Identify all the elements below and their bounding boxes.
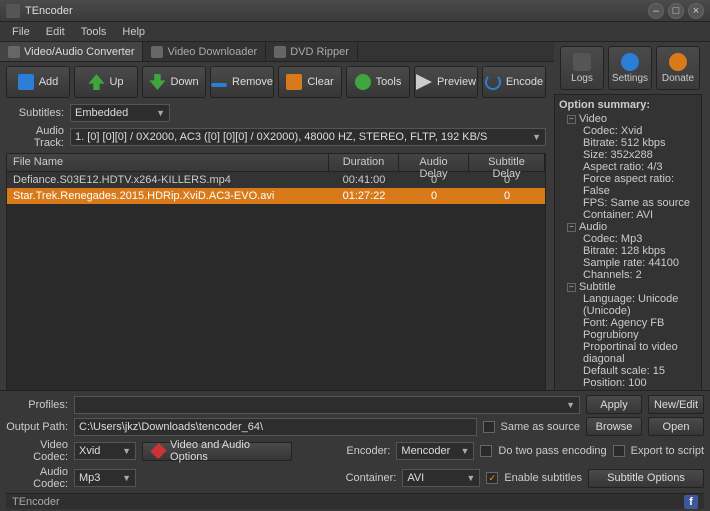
play-icon [416,74,432,90]
audiotrack-label: Audio Track: [6,125,64,149]
wrench-icon [150,443,166,459]
apply-button[interactable]: Apply [586,395,642,414]
encoder-label: Encoder: [346,445,390,457]
videocodec-select[interactable]: Xvid▼ [74,442,136,460]
header-subtitledelay[interactable]: Subtitle Delay [469,154,545,171]
converter-icon [8,46,20,58]
header-filename[interactable]: File Name [7,154,329,171]
preview-button[interactable]: Preview [414,66,478,98]
same-as-source-checkbox[interactable] [483,421,495,433]
close-button[interactable]: × [688,3,704,19]
export-script-checkbox[interactable] [613,445,625,457]
summary-title: Option summary: [559,99,697,111]
ripper-icon [274,46,286,58]
clear-button[interactable]: Clear [278,66,342,98]
refresh-icon [485,74,501,90]
file-table: File Name Duration Audio Delay Subtitle … [6,153,546,405]
twopass-label: Do two pass encoding [498,445,606,457]
tree-toggle[interactable]: − [567,115,576,124]
profiles-label: Profiles: [6,399,68,411]
va-options-button[interactable]: Video and Audio Options [142,442,292,461]
chevron-down-icon: ▼ [156,108,165,118]
chevron-down-icon: ▼ [532,132,541,142]
profiles-select[interactable]: ▼ [74,396,580,414]
export-script-label: Export to script [631,445,704,457]
tab-converter[interactable]: Video/Audio Converter [0,42,143,61]
settings-button[interactable]: Settings [608,46,652,90]
add-button[interactable]: Add [6,66,70,98]
minimize-button[interactable]: – [648,3,664,19]
tree-toggle[interactable]: − [567,223,576,232]
tree-toggle[interactable]: − [567,283,576,292]
newedit-button[interactable]: New/Edit [648,395,704,414]
tab-downloader[interactable]: Video Downloader [143,42,266,61]
tab-ripper[interactable]: DVD Ripper [266,42,358,61]
header-duration[interactable]: Duration [329,154,399,171]
chevron-down-icon: ▼ [466,473,475,483]
encoder-select[interactable]: Mencoder▼ [396,442,474,460]
open-button[interactable]: Open [648,417,704,436]
status-text: TEncoder [12,496,60,508]
minus-icon [211,83,227,87]
videocodec-label: Video Codec: [6,439,68,463]
wrench-icon [355,74,371,90]
chevron-down-icon: ▼ [122,473,131,483]
outputpath-label: Output Path: [6,421,68,433]
menu-tools[interactable]: Tools [73,24,115,40]
subtitles-label: Subtitles: [6,107,64,119]
subtitles-select[interactable]: Embedded▼ [70,104,170,122]
maximize-button[interactable]: □ [668,3,684,19]
plus-icon [18,74,34,90]
audiotrack-select[interactable]: 1. [0] [0][0] / 0X2000, AC3 ([0] [0][0] … [70,128,546,146]
remove-button[interactable]: Remove [210,66,274,98]
gear-icon [621,53,639,71]
downloader-icon [151,46,163,58]
up-button[interactable]: Up [74,66,138,98]
table-row[interactable]: Defiance.S03E12.HDTV.x264-KILLERS.mp4 00… [7,172,545,188]
subtitle-options-button[interactable]: Subtitle Options [588,469,704,488]
menu-edit[interactable]: Edit [38,24,73,40]
logs-button[interactable]: Logs [560,46,604,90]
container-select[interactable]: AVI▼ [402,469,480,487]
table-row[interactable]: Star.Trek.Renegades.2015.HDRip.XviD.AC3-… [7,188,545,204]
enable-subtitles-checkbox[interactable] [486,472,498,484]
app-icon [6,4,20,18]
container-label: Container: [346,472,397,484]
window-title: TEncoder [25,5,644,17]
heart-icon [669,53,687,71]
chevron-down-icon: ▼ [122,446,131,456]
tools-button[interactable]: Tools [346,66,410,98]
twopass-checkbox[interactable] [480,445,492,457]
arrow-up-icon [88,74,104,90]
trash-icon [286,74,302,90]
menu-file[interactable]: File [4,24,38,40]
audiocodec-select[interactable]: Mp3▼ [74,469,136,487]
audiocodec-label: Audio Codec: [6,466,68,490]
facebook-icon[interactable]: f [684,495,698,509]
chevron-down-icon: ▼ [566,400,575,410]
header-audiodelay[interactable]: Audio Delay [399,154,469,171]
browse-button[interactable]: Browse [586,417,642,436]
encode-button[interactable]: Encode [482,66,546,98]
option-summary: Option summary: −Video Codec: Xvid Bitra… [554,94,702,418]
same-as-source-label: Same as source [501,421,580,433]
donate-button[interactable]: Donate [656,46,700,90]
down-button[interactable]: Down [142,66,206,98]
chevron-down-icon: ▼ [460,446,469,456]
enable-subtitles-label: Enable subtitles [504,472,582,484]
menu-help[interactable]: Help [114,24,153,40]
logs-icon [573,53,591,71]
arrow-down-icon [149,74,165,90]
outputpath-field[interactable]: C:\Users\jkz\Downloads\tencoder_64\ [74,418,477,436]
